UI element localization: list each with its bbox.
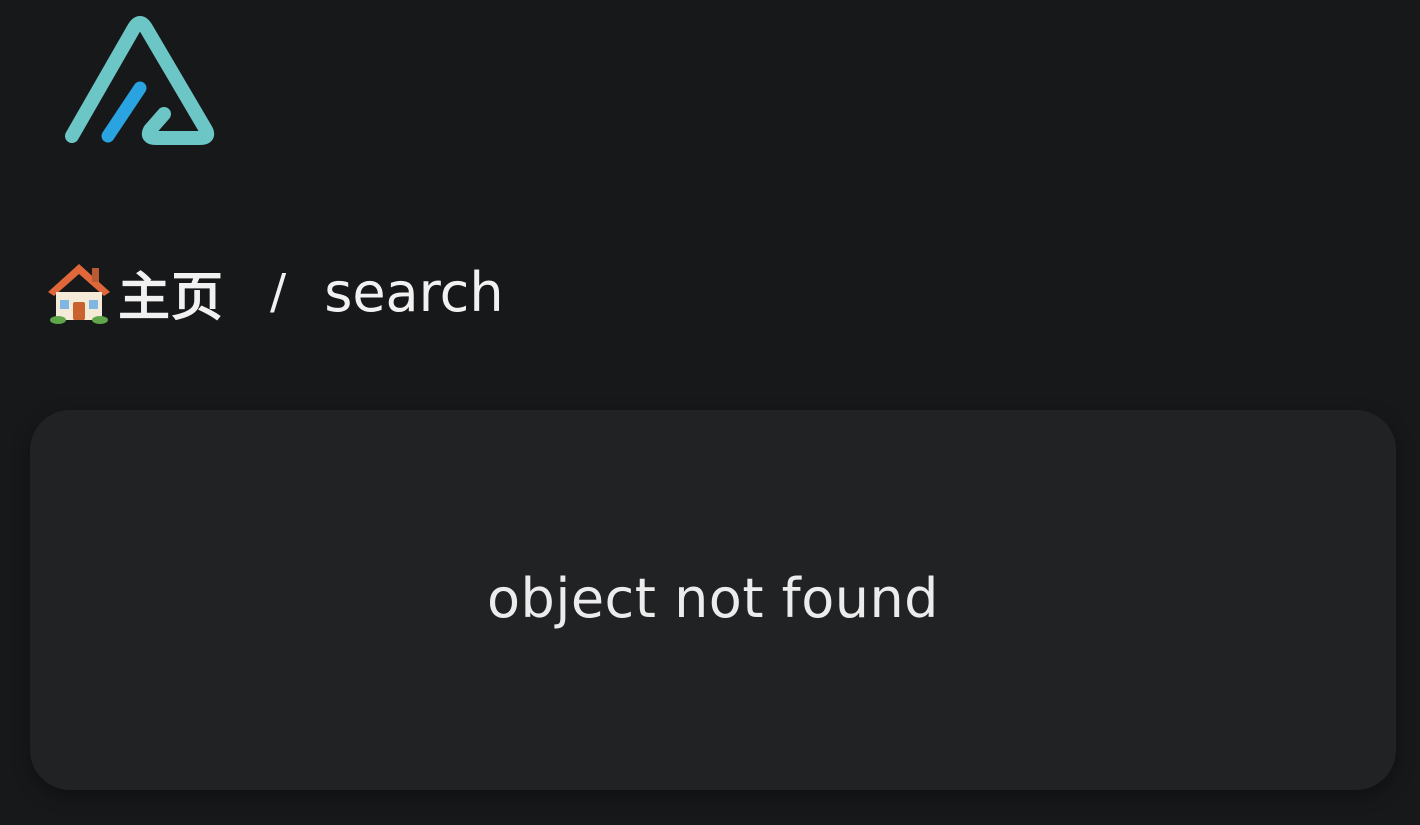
triangle-logo-icon: [65, 16, 215, 145]
house-icon: [44, 258, 114, 326]
result-panel: object not found: [30, 410, 1396, 790]
breadcrumb: 主页 / search: [44, 252, 504, 332]
breadcrumb-home-label: 主页: [118, 267, 225, 328]
app-logo[interactable]: [60, 14, 216, 150]
breadcrumb-home-link[interactable]: 主页: [44, 255, 224, 330]
breadcrumb-current: search: [324, 260, 504, 324]
not-found-message: object not found: [487, 566, 939, 630]
breadcrumb-separator: /: [270, 264, 287, 320]
